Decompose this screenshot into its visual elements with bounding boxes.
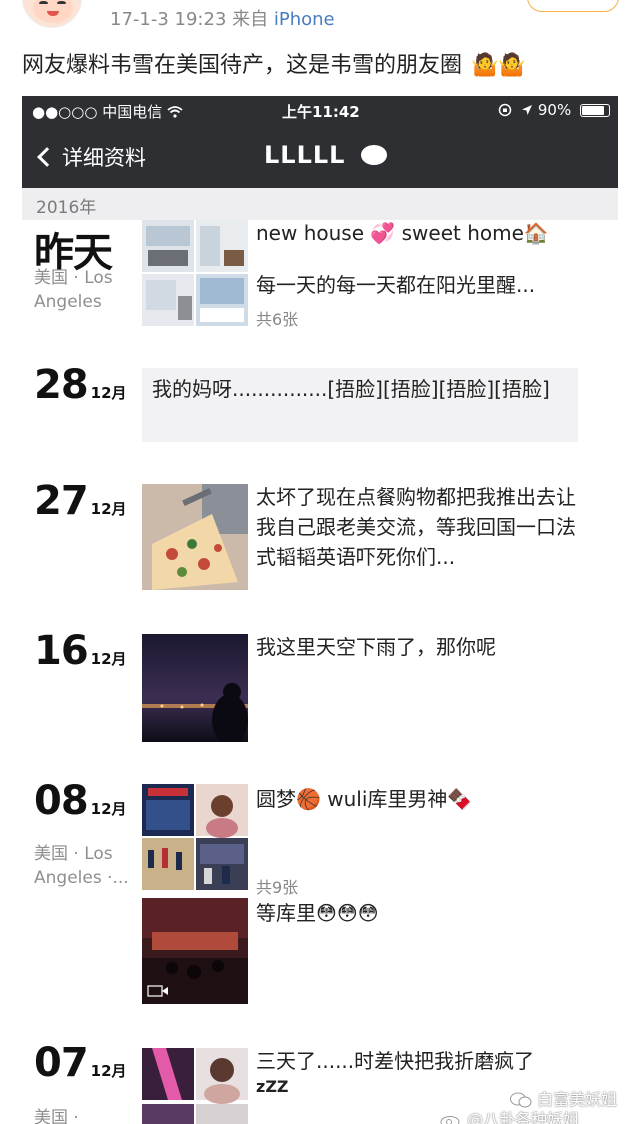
shrug-emoji-icon: 🤷🤷 [471, 53, 526, 78]
moment-month: 12月 [90, 384, 127, 402]
sleep-zzz-icon: zZZ [256, 1077, 289, 1096]
moment-text-2: 每一天的每一天都在阳光里醒... [256, 273, 536, 297]
moment-location: 美国 · [34, 1108, 79, 1124]
moment-video[interactable] [142, 898, 248, 1004]
rotation-lock-icon [499, 103, 512, 117]
house-photos-image [142, 220, 248, 326]
wifi-icon [167, 106, 183, 118]
status-bar: ●●○○○ 中国电信 上午11:42 90% [22, 96, 618, 126]
watermark-text-2: @八卦各种妖姐 [467, 1110, 580, 1124]
post-text: 网友爆料韦雪在美国待产，这是韦雪的朋友圈 🤷🤷 [22, 47, 526, 79]
pizza-photo-image [142, 484, 248, 590]
year-header: 2016年 [22, 188, 618, 220]
moment-photo-grid[interactable] [142, 784, 248, 890]
moment-day: 07 [34, 1040, 89, 1086]
battery-fill [582, 106, 604, 115]
selfie-photos-image [142, 1048, 248, 1124]
moment-text: new house 💞 sweet home🏠 [256, 221, 549, 245]
moment-location: 美国 · Los Angeles [34, 268, 113, 312]
status-time: 上午11:42 [282, 103, 360, 121]
post-source-link[interactable]: iPhone [274, 9, 335, 30]
post-meta: 17-1-3 19:23 来自 iPhone [110, 5, 335, 31]
moment-month: 12月 [90, 1062, 127, 1080]
moment-day: 16 [34, 628, 89, 674]
moment-text: 我的妈呀...............[捂脸][捂脸][捂脸][捂脸] [152, 377, 550, 401]
wechat-moments-screenshot: ●●○○○ 中国电信 上午11:42 90% 详细资料 LLLLL 2016年 … [22, 96, 618, 1124]
nav-title: LLLLL [264, 141, 387, 169]
moment-date: 27 12月 [34, 478, 127, 524]
nav-title-text: LLLLL [264, 141, 346, 169]
status-right: 90% [498, 101, 610, 119]
user-avatar[interactable] [22, 0, 82, 28]
back-button[interactable]: 详细资料 [37, 142, 146, 172]
moment-text-2: 等库里😳😳😳 [256, 901, 379, 925]
location-arrow-icon [522, 105, 533, 115]
moment-month: 12月 [90, 650, 127, 668]
moment-date: 16 12月 [34, 628, 127, 674]
moment-month: 12月 [90, 500, 127, 518]
follow-button[interactable] [527, 0, 619, 12]
arena-photos-image [142, 784, 248, 890]
moment-day: 27 [34, 478, 89, 524]
post-time: 17-1-3 19:23 [110, 9, 227, 30]
avatar-eye-right [57, 1, 66, 5]
moment-location: 美国 · Los Angeles ·... [34, 844, 129, 888]
chevron-left-icon [37, 147, 57, 167]
moment-date: 28 12月 [34, 362, 127, 408]
moment-text: 圆梦🏀 wuli库里男神🍫 [256, 787, 473, 811]
photo-count: 共9张 [256, 878, 299, 897]
moment-photo[interactable] [142, 484, 248, 590]
photo-count: 共6张 [256, 310, 299, 329]
moment-text: 三天了......时差快把我折磨疯了 [256, 1049, 535, 1073]
moment-text: 太坏了现在点餐购物都把我推出去让我自己跟老美交流，等我回国一口法式韬韬英语吓死你… [256, 485, 576, 569]
text-only-moment[interactable]: 我的妈呀...............[捂脸][捂脸][捂脸][捂脸] [142, 368, 578, 442]
moment-day: 08 [34, 778, 89, 824]
moment-text: 我这里天空下雨了，那你呢 [256, 635, 496, 659]
avatar-eye-left [39, 1, 48, 5]
moment-date: 08 12月 [34, 778, 127, 824]
carrier-text: ●●○○○ 中国电信 [32, 103, 167, 121]
moment-date: 07 12月 [34, 1040, 127, 1086]
arena-video-image [142, 898, 248, 1004]
thought-bubble-icon [360, 145, 387, 165]
carrier-label: ●●○○○ 中国电信 [32, 101, 183, 122]
post-from-label: 来自 [232, 9, 269, 30]
back-label: 详细资料 [62, 146, 146, 170]
battery-icon [580, 104, 610, 117]
year-label: 2016年 [36, 198, 97, 218]
moment-day: 28 [34, 362, 89, 408]
post-text-body: 网友爆料韦雪在美国待产，这是韦雪的朋友圈 [22, 53, 463, 78]
moment-photo[interactable] [142, 634, 248, 742]
moment-month: 12月 [90, 800, 127, 818]
battery-percent: 90% [537, 101, 572, 119]
nav-bar: 详细资料 LLLLL [22, 126, 618, 188]
moment-photo-grid[interactable] [142, 220, 248, 326]
watermark-line-2: @八卦各种妖姐 [440, 1106, 579, 1124]
moment-photo-grid[interactable] [142, 1048, 248, 1124]
weibo-logo-icon [440, 1116, 460, 1124]
night-city-photo-image [142, 634, 248, 742]
